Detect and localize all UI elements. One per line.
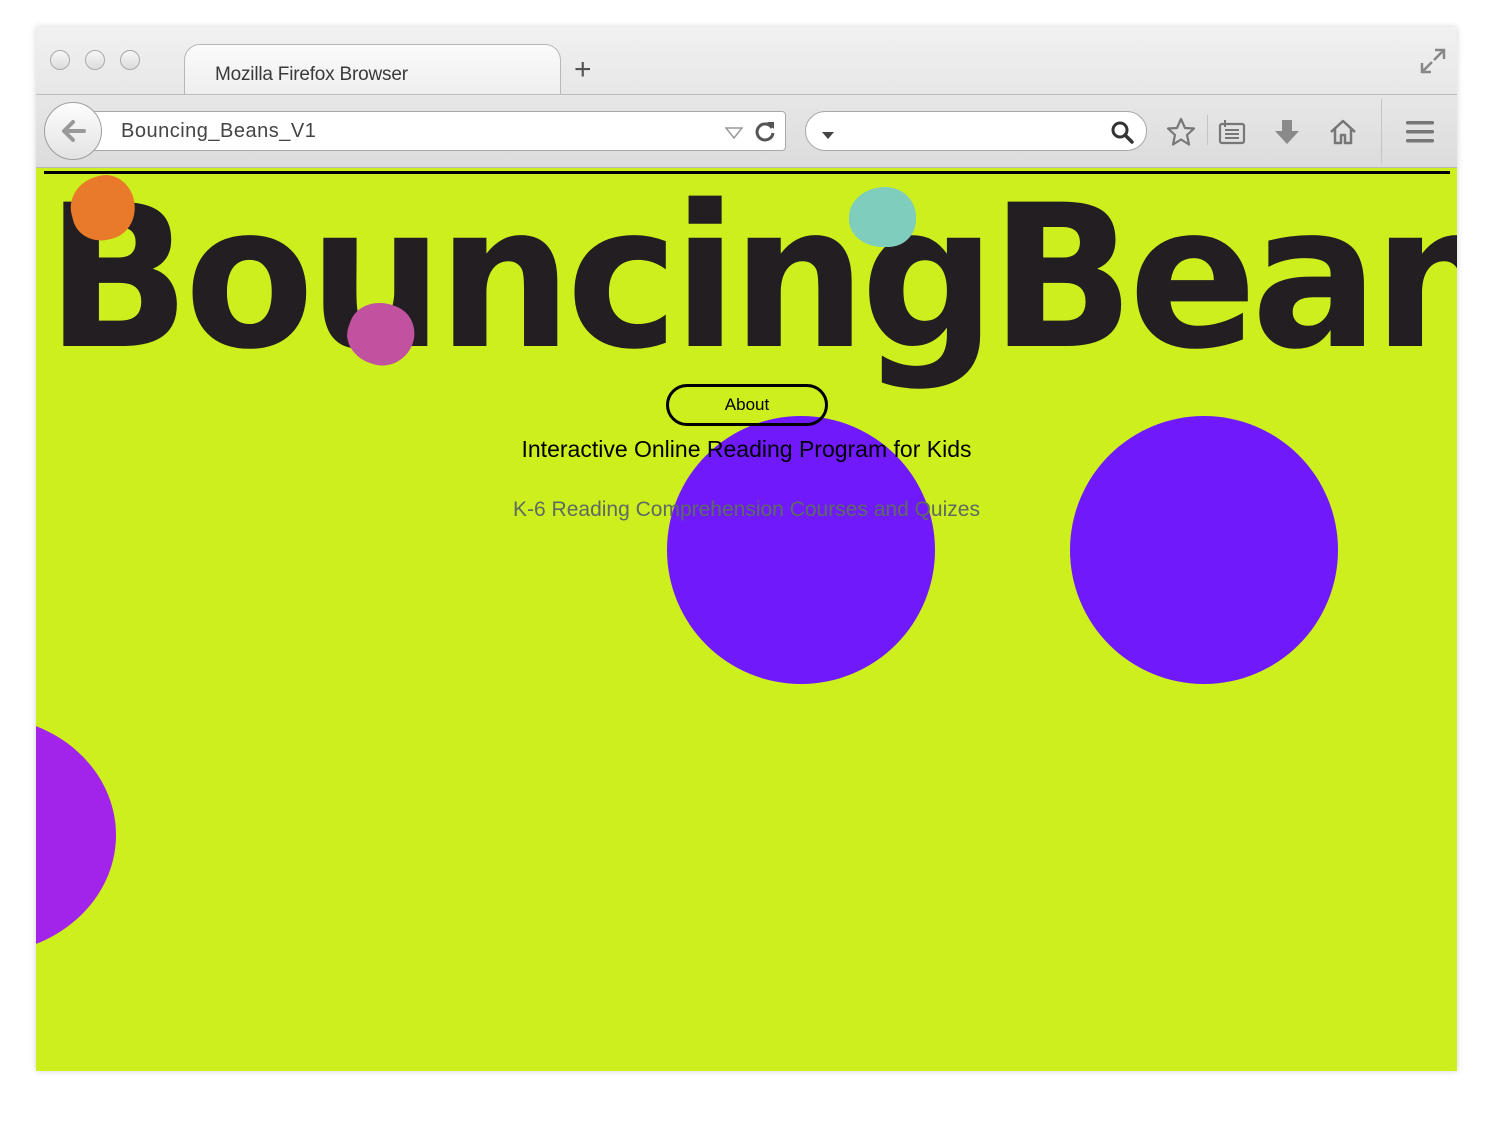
browser-window: Mozilla Firefox Browser + Bouncing_Beans… [36, 27, 1457, 1071]
site-logo: BouncingBeans [46, 162, 1457, 393]
search-box[interactable] [805, 111, 1147, 151]
address-bar[interactable]: Bouncing_Beans_V1 [86, 111, 786, 151]
dropdown-icon[interactable] [724, 126, 744, 144]
page-tagline: Interactive Online Reading Program for K… [521, 436, 972, 462]
window-controls [50, 50, 140, 70]
bouncing-bean-teal [849, 187, 916, 247]
url-text[interactable]: Bouncing_Beans_V1 [121, 120, 316, 143]
reload-icon[interactable] [753, 119, 777, 148]
back-button[interactable] [44, 102, 102, 160]
bookmark-star-icon[interactable] [1166, 117, 1196, 152]
zoom-window-button[interactable] [120, 50, 140, 70]
page-viewport: BouncingBeans About Interactive Online R… [36, 168, 1457, 1071]
browser-tab[interactable]: Mozilla Firefox Browser [184, 44, 561, 95]
decorative-circle [36, 716, 116, 954]
minimize-window-button[interactable] [85, 50, 105, 70]
tab-title: Mozilla Firefox Browser [215, 64, 408, 85]
download-icon[interactable] [1272, 117, 1302, 152]
home-icon[interactable] [1328, 117, 1358, 152]
browser-chrome: Mozilla Firefox Browser + Bouncing_Beans… [36, 27, 1457, 168]
resize-icon[interactable] [1419, 47, 1447, 75]
search-input[interactable] [844, 118, 1098, 146]
new-tab-button[interactable]: + [574, 55, 592, 85]
toolbar-separator [1381, 99, 1382, 163]
search-engine-dropdown-icon[interactable] [822, 127, 834, 145]
back-arrow-icon [62, 120, 86, 142]
close-window-button[interactable] [50, 50, 70, 70]
toolbar-separator [1207, 115, 1208, 145]
toolbar-divider [36, 94, 1457, 95]
search-icon[interactable] [1110, 120, 1134, 149]
about-button[interactable]: About [666, 384, 828, 426]
hamburger-menu-icon[interactable] [1405, 119, 1435, 150]
reading-list-icon[interactable] [1217, 117, 1247, 152]
page-subtagline: K-6 Reading Comprehension Courses and Qu… [513, 498, 980, 521]
